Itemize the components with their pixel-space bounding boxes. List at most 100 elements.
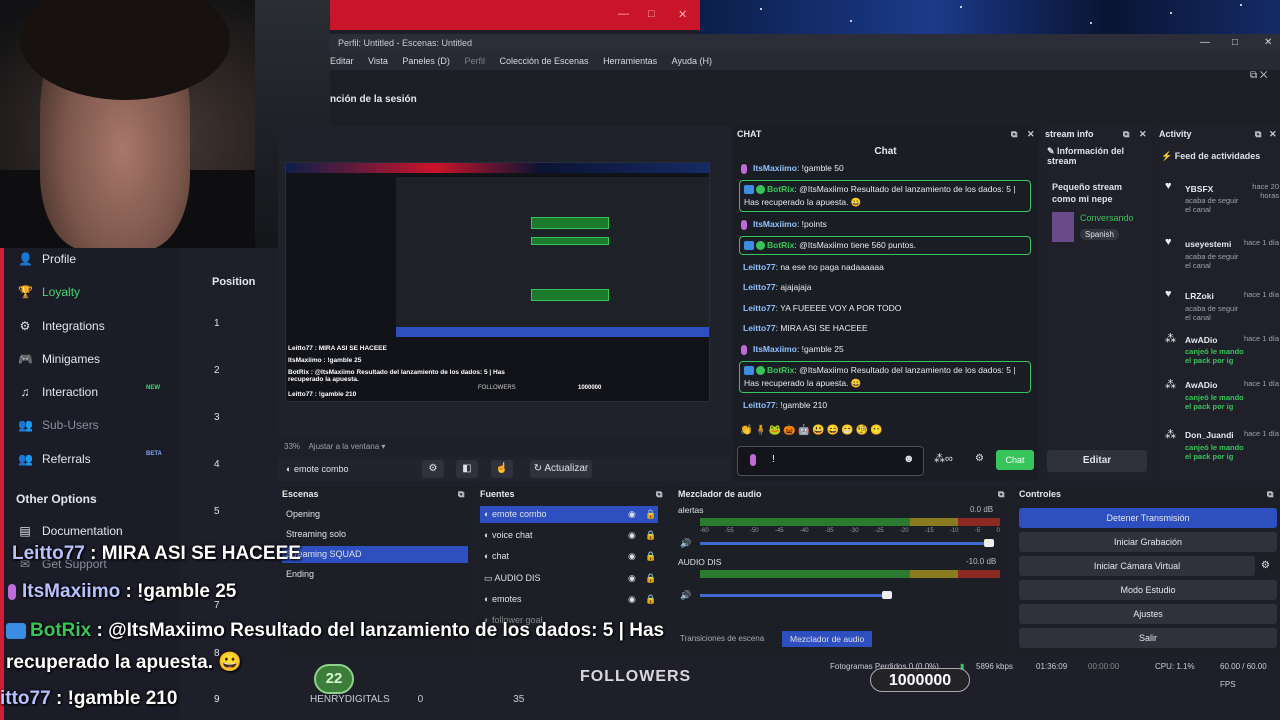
start-recording-button[interactable]: Iniciar Grabación	[1019, 532, 1277, 552]
scene-item[interactable]: Opening	[282, 506, 468, 523]
new-badge: NEW	[146, 385, 160, 391]
sidebar-item-referrals[interactable]: 👥 Referrals	[18, 449, 91, 469]
sidebar-item-sub-users[interactable]: 👥 Sub-Users	[18, 415, 99, 435]
menu-docks[interactable]: Paneles (D)	[402, 52, 450, 70]
speaker-icon[interactable]: 🔊	[680, 590, 691, 601]
menu-edit[interactable]: Editar	[330, 52, 354, 70]
menu-view[interactable]: Vista	[368, 52, 388, 70]
scene-item[interactable]: Streaming solo	[282, 526, 468, 543]
language-tag: Spanish	[1080, 229, 1119, 240]
menu-bar: Editar Vista Paneles (D) Perfil Colecció…	[330, 52, 1280, 70]
maximize-icon[interactable]: □	[648, 8, 655, 20]
scene-item[interactable]: Streaming SQUAD	[282, 546, 468, 563]
window-title: Perfil: Untitled - Escenas: Untitled	[338, 38, 473, 48]
volume-meter	[700, 570, 1000, 578]
tab-transitions[interactable]: Transiciones de escena	[680, 634, 764, 643]
emoji-icon[interactable]: ☻	[903, 453, 915, 465]
nested-count: 1000000	[578, 385, 602, 391]
refresh-button[interactable]: ↻ Actualizar	[530, 460, 592, 478]
overlay-chat-line: Leitto77 : MIRA ASI SE HACEEE	[12, 543, 301, 564]
menu-help[interactable]: Ayuda (H)	[672, 52, 712, 70]
bolt-icon: ⚡	[1161, 151, 1175, 161]
undock-icon[interactable]: ⧉	[656, 486, 662, 502]
close-icon[interactable]: ✕	[1269, 126, 1277, 142]
controls-header: Controles ⧉	[1015, 486, 1280, 502]
source-item[interactable]: ▭ AUDIO DIS ◉ 🔒	[480, 570, 658, 587]
overlay-chat-line: itto77 : !gamble 210	[0, 688, 178, 709]
sidebar-item-interaction[interactable]: ♫ Interaction	[18, 382, 99, 402]
chat-message: Leitto77: YA FUEEEE VOY A POR TODO	[743, 303, 902, 313]
close-icon[interactable]: ✕	[1264, 34, 1272, 52]
emote-bar[interactable]: 👏🧍🐸🎃🤖😃😄😁🧐😶	[740, 425, 940, 439]
mixer-channel-db: -10.0 dB	[966, 557, 997, 566]
exit-button[interactable]: Salir	[1019, 628, 1277, 648]
overlay-chat-line: ItsMaxiimo : !gamble 25	[8, 581, 236, 603]
source-item[interactable]: ◐ chat ◉ 🔒	[480, 548, 658, 565]
redeem-icon: ⁂	[1165, 429, 1176, 441]
menu-tools[interactable]: Herramientas	[603, 52, 657, 70]
heart-icon: ♥	[1165, 236, 1172, 248]
close-icon[interactable]: ✕	[1027, 126, 1035, 142]
activity-item: ♥ LRZoki hace 1 día acaba de seguir el can…	[1165, 288, 1279, 322]
cpu-usage: CPU: 1.1%	[1155, 662, 1195, 671]
speaker-icon[interactable]: 🔊	[680, 538, 691, 549]
menu-scene-collection[interactable]: Colección de Escenas	[499, 52, 588, 70]
accent-stripe	[0, 248, 4, 720]
undock-icon[interactable]: ⧉	[1267, 486, 1273, 502]
settings-button[interactable]: Ajustes	[1019, 604, 1277, 624]
music-note-icon: ♫	[20, 385, 30, 399]
studio-mode-button[interactable]: Modo Estudio	[1019, 580, 1277, 600]
chat-message: Leitto77: !gamble 210	[743, 400, 828, 410]
nested-overlay-line: ItsMaxiimo : !gamble 25	[288, 357, 362, 364]
chat-send-button[interactable]: Chat	[996, 450, 1034, 470]
start-virtual-camera-button[interactable]: Iniciar Cámara Virtual	[1019, 556, 1255, 576]
volume-slider[interactable]	[700, 591, 892, 599]
sidebar-item-loyalty[interactable]: 🏆 Loyalty	[18, 282, 80, 302]
source-item[interactable]: ◐ emote combo ◉ 🔒	[480, 506, 658, 523]
users-icon: 👥	[18, 418, 33, 432]
redeem-icon: ⁂	[1165, 379, 1176, 391]
maximize-icon[interactable]: □	[1232, 34, 1238, 52]
undock-icon[interactable]: ⧉	[458, 486, 464, 502]
beta-badge: BETA	[146, 451, 162, 457]
points-icon[interactable]: ⁂∞	[934, 452, 953, 465]
sidebar-item-documentation[interactable]: ▤ Documentation	[18, 521, 122, 541]
menu-profile[interactable]: Perfil	[464, 52, 485, 70]
stop-streaming-button[interactable]: Detener Transmisión	[1019, 508, 1277, 528]
gear-icon[interactable]: ⚙	[422, 460, 444, 478]
minimize-icon[interactable]: —	[1200, 34, 1210, 52]
stream-info-dock: stream info ⧉ ✕ ✎ Información del stream…	[1041, 126, 1152, 481]
gear-icon[interactable]: ⚙	[975, 453, 984, 464]
undock-icon[interactable]: ⧉	[1123, 126, 1129, 142]
fit-window-dropdown[interactable]: Ajustar a la ventana	[308, 442, 379, 451]
overlay-chat-line: BotRix : @ItsMaxiimo Resultado del lanza…	[6, 620, 664, 642]
minimize-icon[interactable]: —	[618, 8, 629, 20]
gear-icon[interactable]: ⚙	[1261, 560, 1270, 571]
sidebar-item-integrations[interactable]: ⚙ Integrations	[18, 316, 105, 336]
chevron-down-icon[interactable]: ▾	[381, 442, 385, 451]
volume-slider[interactable]	[700, 539, 994, 547]
sidebar-item-minigames[interactable]: 🎮 Minigames	[18, 349, 100, 369]
screen: — □ ✕ Perfil: Untitled - Escenas: Untitl…	[0, 0, 1280, 720]
sidebar-item-profile[interactable]: 👤 Profile	[18, 249, 76, 269]
edit-button[interactable]: Editar	[1047, 450, 1147, 472]
undock-icon[interactable]: ⧉	[1011, 126, 1017, 142]
scene-item[interactable]: Ending	[282, 566, 468, 583]
close-icon[interactable]: ✕	[678, 8, 687, 21]
lock-icon: 🔒	[645, 573, 657, 583]
scenes-header: Escenas ⧉	[278, 486, 472, 502]
other-options-heading: Other Options	[16, 492, 97, 506]
filter-icon[interactable]: ◧	[456, 460, 478, 478]
tab-audio-mixer[interactable]: Mezclador de audio	[782, 631, 873, 647]
source-item[interactable]: ◐ voice chat ◉ 🔒	[480, 527, 658, 544]
redeem-icon: ⁂	[1165, 333, 1176, 345]
session-label: nción de la sesión	[330, 94, 417, 105]
undock-icon[interactable]: ⧉	[1255, 126, 1261, 142]
audio-mixer-dock: Mezclador de audio ⧉ alertas 0.0 dB -60 -5…	[674, 486, 1012, 656]
chat-input[interactable]: ! ☻	[737, 446, 924, 476]
close-icon[interactable]: ✕	[1139, 126, 1147, 142]
source-item[interactable]: ◐ emotes ◉ 🔒	[480, 591, 658, 608]
undock-icon[interactable]: ⧉ ✕	[1250, 70, 1280, 86]
interact-icon[interactable]: ☝	[491, 460, 513, 478]
undock-icon[interactable]: ⧉	[998, 486, 1004, 502]
